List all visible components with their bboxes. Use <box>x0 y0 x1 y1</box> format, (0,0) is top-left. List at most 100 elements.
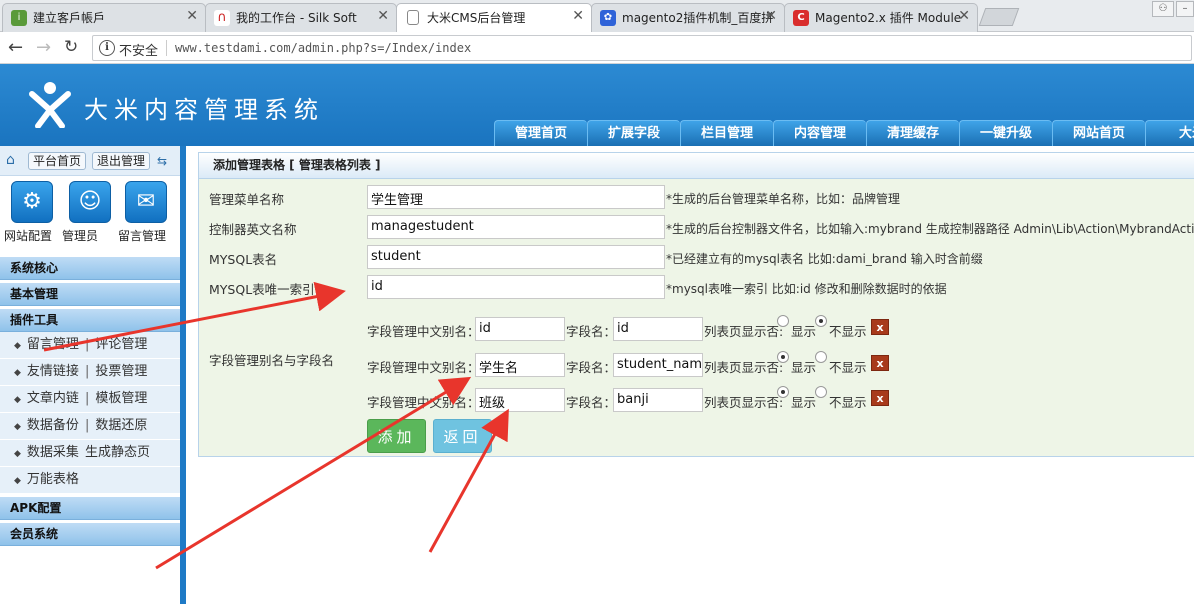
sidebar-link[interactable]: 数据采集 <box>27 445 79 460</box>
close-icon[interactable]: ✕ <box>377 8 389 24</box>
back-button[interactable]: 返回 <box>433 419 492 453</box>
sidebar-splitter[interactable] <box>180 146 186 604</box>
sidebar-link[interactable]: 文章内链 <box>27 391 79 406</box>
field-name-input[interactable]: banji <box>613 388 703 412</box>
baidu-favicon-icon: ✿ <box>600 10 616 26</box>
section-basic-management[interactable]: 基本管理 <box>0 282 180 306</box>
show-no-label: 不显示 <box>829 360 867 375</box>
section-system-core[interactable]: 系统核心 <box>0 256 180 280</box>
field-name-input[interactable]: student_name <box>613 353 703 377</box>
security-label: 不安全 <box>119 44 159 59</box>
browser-tab[interactable]: ✿ magento2插件机制_百度拼 ✕ <box>591 3 785 32</box>
logout-button[interactable]: 退出管理 <box>92 152 151 170</box>
sidebar-link[interactable]: 留言管理 <box>27 337 79 352</box>
nav-item-fields[interactable]: 扩展字段 <box>587 120 680 146</box>
new-tab-button[interactable] <box>978 8 1020 26</box>
delete-row-button[interactable]: x <box>871 319 889 335</box>
shortcut-messages[interactable]: ✉ 留言管理 <box>118 181 174 243</box>
user-icon[interactable]: ⚇ <box>1152 1 1174 17</box>
controller-name-input[interactable]: managestudent <box>367 215 665 239</box>
close-icon[interactable]: ✕ <box>572 8 584 24</box>
info-icon[interactable]: i <box>99 40 115 56</box>
sidebar-link[interactable]: 数据备份 <box>27 418 79 433</box>
nav-item-site[interactable]: 网站首页 <box>1052 120 1145 146</box>
nav-item-content[interactable]: 内容管理 <box>773 120 866 146</box>
url-text[interactable]: www.testdami.com/admin.php?s=/Index/inde… <box>175 41 471 55</box>
close-icon[interactable]: ✕ <box>186 8 198 24</box>
mysql-index-input[interactable]: id <box>367 275 665 299</box>
show-radio[interactable] <box>777 351 789 363</box>
platform-home-button[interactable]: 平台首页 <box>28 152 87 170</box>
field-name-label: 字段名： <box>566 360 617 375</box>
diamond-icon: ◆ <box>14 449 21 459</box>
sidebar-item: ◆ 文章内链 | 模板管理 <box>0 386 180 413</box>
browser-tab[interactable]: ∩ 我的工作台 - Silk Soft ✕ <box>205 3 397 32</box>
alias-label: 字段管理中文别名： <box>367 324 480 339</box>
close-icon[interactable]: ✕ <box>765 8 777 24</box>
alias-input[interactable]: id <box>475 317 565 341</box>
separator: | <box>84 418 90 433</box>
forward-icon[interactable]: → <box>36 37 51 58</box>
mysql-table-input[interactable]: student <box>367 245 665 269</box>
switch-icon[interactable]: ⇆ <box>157 154 167 168</box>
shortcut-admin[interactable]: ☺ 管理员 <box>62 181 118 243</box>
sidebar-link[interactable]: 评论管理 <box>95 337 147 352</box>
sidebar-item: ◆ 数据备份 | 数据还原 <box>0 413 180 440</box>
show-radio[interactable] <box>777 386 789 398</box>
field-label: 控制器英文名称 <box>209 222 297 237</box>
form-body: 管理菜单名称 学生管理 *生成的后台管理菜单名称，比如：品牌管理 控制器英文名称… <box>199 179 1194 456</box>
alias-label: 字段管理中文别名： <box>367 360 480 375</box>
url-field[interactable]: i 不安全 www.testdami.com/admin.php?s=/Inde… <box>92 35 1192 61</box>
show-yes-label: 显示 <box>791 360 817 375</box>
back-icon[interactable]: ← <box>8 37 23 58</box>
delete-row-button[interactable]: x <box>871 390 889 406</box>
nav-item-dami[interactable]: 大米 <box>1145 120 1194 146</box>
shortcut-site-config[interactable]: ⚙ 网站配置 <box>4 181 60 243</box>
sidebar-link[interactable]: 友情链接 <box>27 364 79 379</box>
hide-radio[interactable] <box>815 386 827 398</box>
sidebar-link[interactable]: 模板管理 <box>95 391 147 406</box>
browser-tab[interactable]: C Magento2.x 插件 Module ✕ <box>784 3 978 32</box>
home-icon[interactable]: ⌂ <box>6 152 15 168</box>
message-icon: ✉ <box>125 181 167 223</box>
show-radio[interactable] <box>777 315 789 327</box>
nav-item-cache[interactable]: 清理缓存 <box>866 120 959 146</box>
section-apk-config[interactable]: APK配置 <box>0 496 180 520</box>
sidebar-link[interactable]: 数据还原 <box>95 418 147 433</box>
close-icon[interactable]: ✕ <box>958 8 970 24</box>
diamond-icon: ◆ <box>14 395 21 405</box>
alias-input[interactable]: 学生名 <box>475 353 565 377</box>
sidebar-item: ◆ 万能表格 <box>0 467 180 494</box>
field-label: MYSQL表唯一索引 <box>209 282 315 297</box>
add-button[interactable]: 添加 <box>367 419 426 453</box>
alias-input[interactable]: 班级 <box>475 388 565 412</box>
sidebar-link[interactable]: 生成静态页 <box>85 445 150 460</box>
browser-tab-active[interactable]: 大米CMS后台管理 ✕ <box>396 3 592 33</box>
field-hint: *mysql表唯一索引 比如:id 修改和删除数据时的依据 <box>666 282 947 296</box>
show-label: 列表页显示否: <box>704 395 784 410</box>
alias-label: 字段管理中文别名： <box>367 395 480 410</box>
nav-item-home[interactable]: 管理首页 <box>494 120 587 146</box>
dami-logo-icon <box>29 82 71 128</box>
minimize-icon[interactable]: – <box>1176 1 1194 17</box>
sidebar-link[interactable]: 投票管理 <box>95 364 147 379</box>
reload-icon[interactable]: ↻ <box>64 37 78 57</box>
nav-item-upgrade[interactable]: 一键升级 <box>959 120 1052 146</box>
browser-tab[interactable]: i 建立客戶帳戶 ✕ <box>2 3 206 32</box>
sidebar-link[interactable]: 万能表格 <box>27 472 79 487</box>
field-hint: *生成的后台控制器文件名，比如输入:mybrand 生成控制器路径 Admin\… <box>666 222 1194 236</box>
hide-radio[interactable] <box>815 315 827 327</box>
delete-row-button[interactable]: x <box>871 355 889 371</box>
section-member-system[interactable]: 会员系统 <box>0 522 180 546</box>
menu-name-input[interactable]: 学生管理 <box>367 185 665 209</box>
section-plugin-tools[interactable]: 插件工具 <box>0 308 180 332</box>
shortcut-bar: ⚙ 网站配置 ☺ 管理员 ✉ 留言管理 <box>0 177 180 253</box>
top-nav: 管理首页 扩展字段 栏目管理 内容管理 清理缓存 一键升级 网站首页 大米 <box>494 120 1194 146</box>
show-yes-label: 显示 <box>791 324 817 339</box>
hide-radio[interactable] <box>815 351 827 363</box>
field-name-input[interactable]: id <box>613 317 703 341</box>
sidebar-item: ◆ 数据采集 生成静态页 <box>0 440 180 467</box>
nav-item-columns[interactable]: 栏目管理 <box>680 120 773 146</box>
app-title: 大米内容管理系统 <box>84 96 324 124</box>
separator: | <box>84 364 90 379</box>
